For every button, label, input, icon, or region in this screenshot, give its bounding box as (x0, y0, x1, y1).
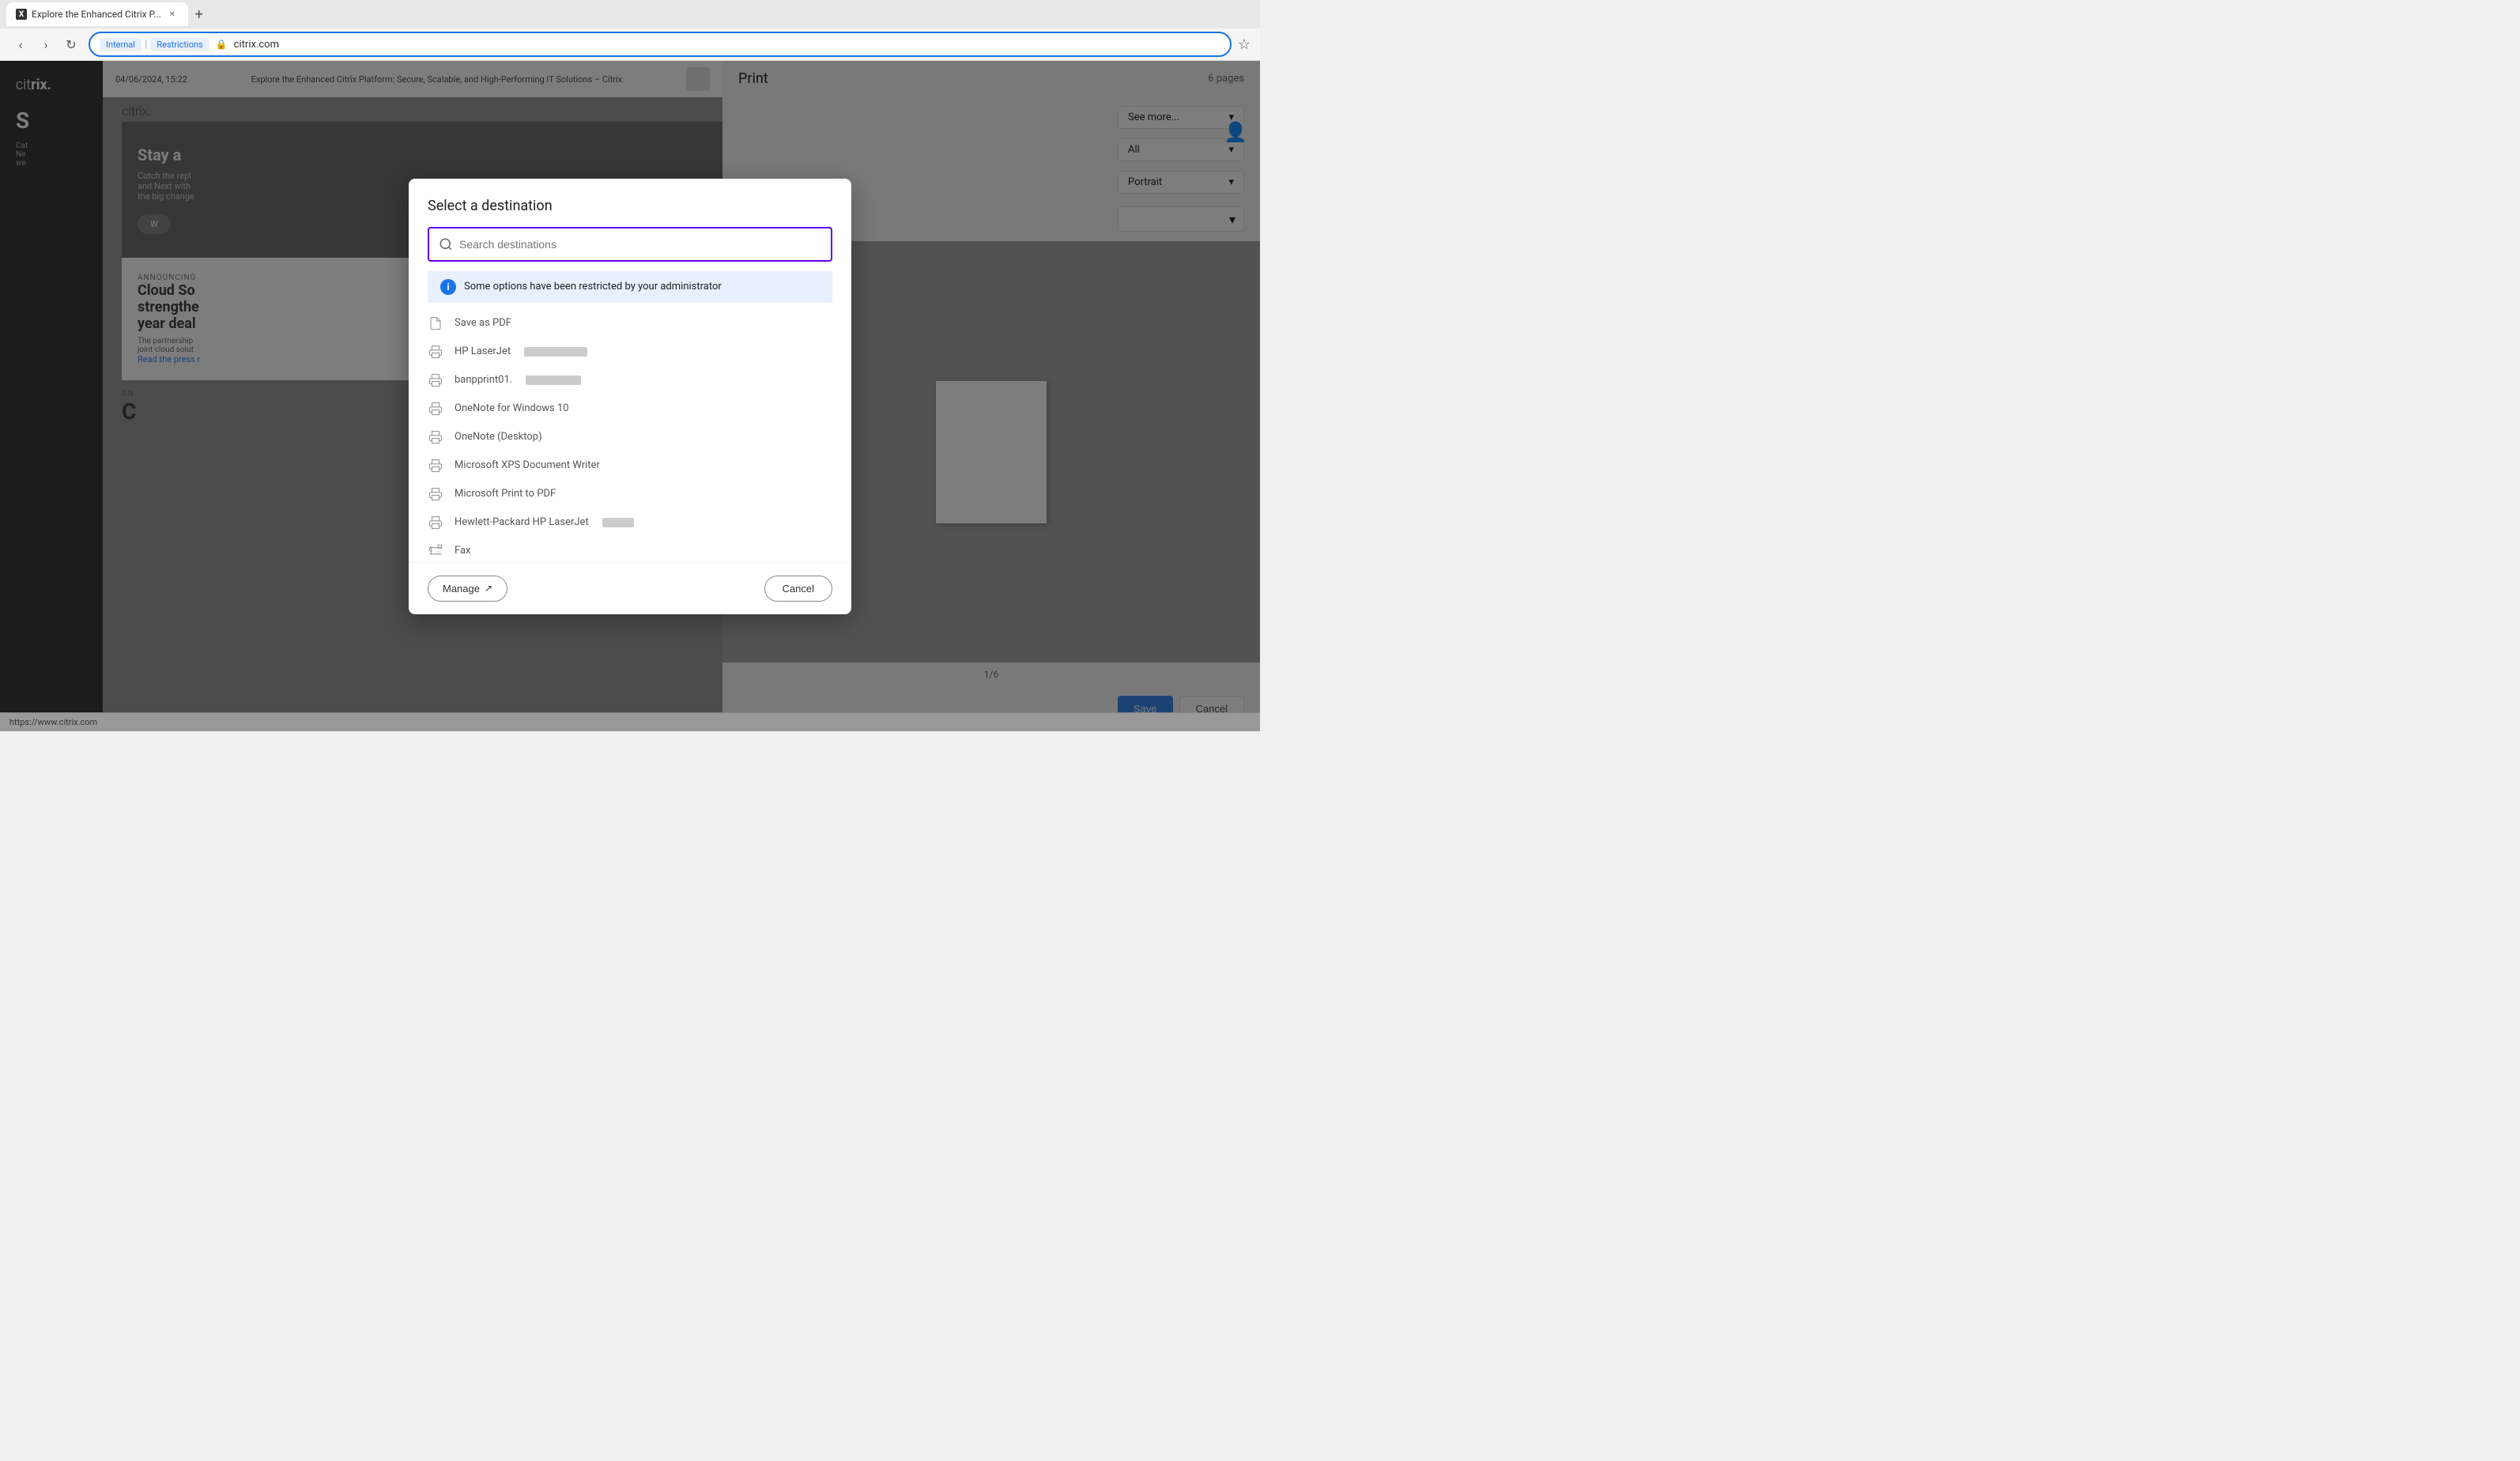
printer-icon-4 (428, 429, 443, 445)
notice-banner: i Some options have been restricted by y… (428, 271, 832, 303)
file-icon (428, 315, 443, 331)
url-text: citrix.com (234, 39, 279, 51)
restrictions-tag: Restrictions (150, 38, 209, 51)
modal-cancel-button[interactable]: Cancel (764, 576, 832, 602)
printer-icon-2 (428, 372, 443, 388)
info-icon: i (440, 279, 456, 295)
back-button[interactable]: ‹ (9, 33, 32, 55)
manage-label: Manage (443, 583, 480, 595)
active-tab[interactable]: X Explore the Enhanced Citrix P... ✕ (6, 2, 188, 26)
url-bar[interactable]: Internal | Restrictions 🔒 citrix.com (89, 32, 1232, 57)
tab-bar: X Explore the Enhanced Citrix P... ✕ + (0, 0, 1260, 28)
modal-footer: Manage ↗ Cancel (409, 562, 851, 614)
url-separator: | (145, 38, 147, 51)
destination-ms-xps[interactable]: Microsoft XPS Document Writer (409, 451, 851, 480)
hp2-redacted (602, 518, 634, 527)
destination-modal: Select a destination i Some options have… (409, 179, 851, 614)
destination-hp-laserjet[interactable]: HP LaserJet (409, 338, 851, 366)
destinations-list: Save as PDF HP LaserJet (409, 303, 851, 556)
tab-label: Explore the Enhanced Citrix P... (32, 9, 161, 20)
modal-header: Select a destination i Some options have… (409, 179, 851, 303)
hp-laserjet-redacted (524, 347, 587, 357)
address-bar: ‹ › ↻ Internal | Restrictions 🔒 citrix.c… (0, 28, 1260, 60)
dest-label-ms-print-pdf: Microsoft Print to PDF (455, 488, 556, 500)
tab-favicon: X (16, 9, 27, 20)
printer-icon-6 (428, 486, 443, 502)
internal-tag: Internal (100, 38, 141, 51)
modal-overlay: Select a destination i Some options have… (0, 61, 1260, 731)
nav-buttons: ‹ › ↻ (9, 33, 82, 55)
printer-icon-5 (428, 458, 443, 474)
destination-save-pdf[interactable]: Save as PDF (409, 309, 851, 338)
destination-onenote-win10[interactable]: OneNote for Windows 10 (409, 395, 851, 423)
destination-banpprint01[interactable]: banpprint01. (409, 366, 851, 395)
dest-label-onenote-win10: OneNote for Windows 10 (455, 402, 569, 414)
forward-button[interactable]: › (35, 33, 57, 55)
destination-fax[interactable]: Fax (409, 537, 851, 556)
refresh-button[interactable]: ↻ (60, 33, 82, 55)
dest-label-ms-xps: Microsoft XPS Document Writer (455, 459, 600, 471)
browser-chrome: X Explore the Enhanced Citrix P... ✕ + ‹… (0, 0, 1260, 61)
url-internal-area: Internal | Restrictions (100, 38, 209, 51)
manage-button[interactable]: Manage ↗ (428, 576, 507, 602)
lock-icon: 🔒 (216, 39, 228, 50)
destination-onenote-desktop[interactable]: OneNote (Desktop) (409, 423, 851, 451)
banpprint-redacted (526, 376, 581, 385)
search-container (428, 227, 832, 262)
dest-label-hp2: Hewlett-Packard HP LaserJet (455, 516, 591, 528)
main-content: citrix. S Cat Ne we 04/06/2024, 15:22 Ex… (0, 61, 1260, 731)
search-icon (439, 237, 453, 251)
dest-label-onenote-desktop: OneNote (Desktop) (455, 431, 542, 443)
external-link-icon: ↗ (485, 583, 492, 594)
dest-label-fax: Fax (455, 545, 471, 556)
notice-text: Some options have been restricted by you… (464, 281, 722, 293)
dest-label-save-pdf: Save as PDF (455, 317, 511, 329)
tab-close-button[interactable]: ✕ (166, 8, 179, 21)
search-input[interactable] (459, 238, 821, 251)
fax-icon (428, 543, 443, 556)
destination-hp-laserjet2[interactable]: Hewlett-Packard HP LaserJet (409, 508, 851, 537)
destination-ms-print-pdf[interactable]: Microsoft Print to PDF (409, 480, 851, 508)
modal-title: Select a destination (428, 198, 832, 214)
printer-icon-1 (428, 344, 443, 360)
printer-icon-7 (428, 515, 443, 530)
dest-label-banpprint: banpprint01. (455, 374, 515, 386)
dest-label-hp: HP LaserJet (455, 345, 513, 357)
bookmark-button[interactable]: ☆ (1238, 36, 1251, 53)
printer-icon-3 (428, 401, 443, 417)
new-tab-button[interactable]: + (188, 3, 210, 25)
